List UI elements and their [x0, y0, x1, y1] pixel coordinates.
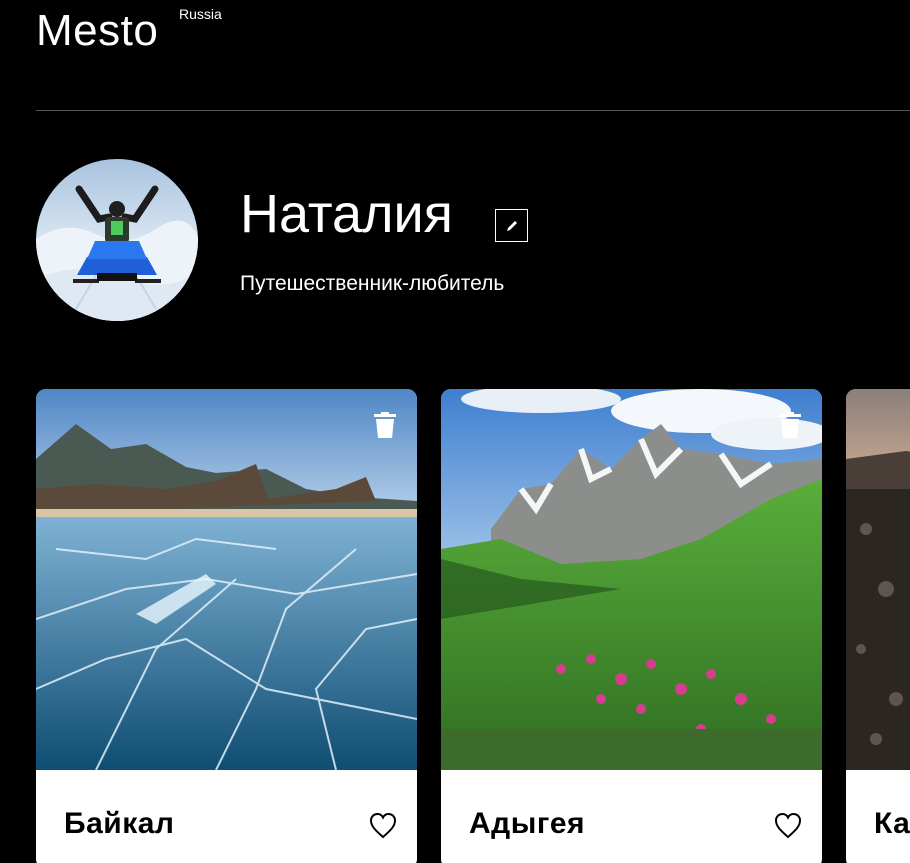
profile-name: Наталия	[240, 184, 453, 244]
card-image[interactable]	[441, 389, 822, 770]
profile-about: Путешественник-любитель	[240, 272, 505, 295]
avatar[interactable]	[36, 159, 198, 321]
heart-icon[interactable]	[369, 812, 397, 839]
card-title: Адыгея	[469, 807, 586, 840]
edit-profile-button[interactable]	[495, 209, 528, 242]
heart-icon[interactable]	[774, 812, 802, 839]
page-header: Mesto Russia	[36, 0, 910, 111]
card: Ка	[846, 389, 910, 863]
cards-grid: Байкал Адыгея Ка	[36, 389, 910, 863]
card-title: Байкал	[64, 807, 175, 840]
trash-icon[interactable]	[373, 412, 397, 438]
card: Байкал	[36, 389, 417, 863]
card-image[interactable]	[36, 389, 417, 771]
profile: Наталия Путешественник-любитель	[36, 159, 910, 321]
pencil-icon	[506, 220, 517, 231]
card-title: Ка	[874, 807, 910, 840]
logo: Mesto	[36, 6, 159, 55]
card-image[interactable]	[846, 389, 910, 770]
logo-subtitle: Russia	[179, 6, 222, 22]
card: Адыгея	[441, 389, 822, 863]
trash-icon[interactable]	[778, 412, 802, 438]
